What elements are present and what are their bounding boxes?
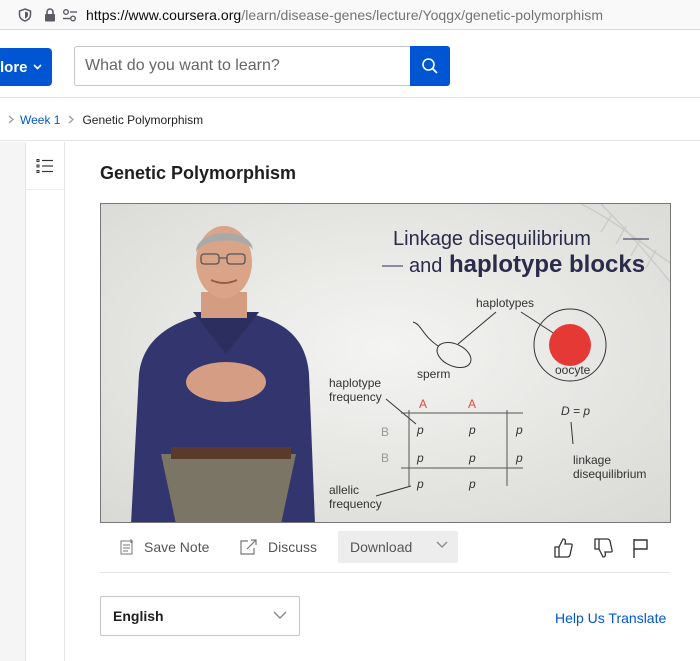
lecture-slide: Linkage disequilibrium and haplotype blo…: [101, 204, 670, 522]
note-icon: [120, 539, 133, 555]
slide-title-line1: Linkage disequilibrium: [393, 228, 591, 250]
svg-text:p: p: [515, 451, 523, 465]
slide-title-line2-a: and: [409, 255, 442, 277]
shield-icon[interactable]: [18, 7, 32, 22]
course-sidebar: [25, 142, 65, 661]
save-note-button[interactable]: Save Note: [120, 531, 209, 563]
svg-text:p: p: [468, 477, 476, 491]
language-select[interactable]: English: [100, 596, 300, 636]
lock-icon[interactable]: [44, 7, 56, 22]
breadcrumb: Week 1 Genetic Polymorphism: [0, 99, 700, 141]
save-note-label: Save Note: [144, 539, 210, 555]
browser-url-bar[interactable]: https://www.coursera.org/learn/disease-g…: [0, 0, 700, 30]
svg-text:p: p: [468, 451, 476, 465]
breadcrumb-week-link[interactable]: Week 1: [20, 113, 60, 127]
search-icon: [422, 58, 438, 74]
label-a2: A: [468, 397, 476, 411]
label-oocyte: oocyte: [555, 363, 591, 377]
label-allelic-2: frequency: [329, 497, 382, 511]
site-header: lore: [0, 31, 700, 98]
svg-text:p: p: [416, 451, 424, 465]
list-icon: [36, 158, 53, 173]
chevron-right-icon: [8, 115, 14, 124]
share-icon: [240, 539, 257, 555]
discuss-label: Discuss: [268, 539, 318, 555]
discuss-button[interactable]: Discuss: [240, 531, 317, 563]
url-path: /learn/disease-genes/lecture/Yoqgx/genet…: [241, 6, 604, 23]
label-b1: B: [381, 425, 389, 439]
label-linkage-2: disequilibrium: [573, 467, 646, 481]
svg-text:p: p: [416, 477, 424, 491]
label-sperm: sperm: [417, 367, 450, 381]
video-player[interactable]: Linkage disequilibrium and haplotype blo…: [100, 203, 671, 523]
label-b2: B: [381, 451, 389, 465]
svg-text:p: p: [515, 423, 523, 437]
download-label: Download: [350, 539, 413, 555]
label-haplotype-1: haplotype: [329, 376, 381, 390]
label-allelic-1: allelic: [329, 483, 359, 497]
search-button[interactable]: [410, 46, 450, 86]
label-haplotype-2: frequency: [329, 390, 382, 404]
slide-title-line2-b: haplotype blocks: [449, 251, 645, 278]
left-gutter: [0, 142, 25, 661]
label-haplotypes: haplotypes: [476, 296, 534, 310]
flag-icon[interactable]: [630, 537, 652, 559]
breadcrumb-current: Genetic Polymorphism: [82, 112, 204, 127]
language-selected: English: [113, 608, 164, 624]
thumbs-down-icon[interactable]: [592, 537, 614, 559]
thumbs-up-icon[interactable]: [552, 537, 574, 559]
label-formula: D = p: [561, 404, 590, 418]
chevron-down-icon: [32, 64, 42, 70]
label-linkage-1: linkage: [573, 453, 611, 467]
explore-button[interactable]: lore: [0, 48, 52, 86]
svg-text:p: p: [468, 423, 476, 437]
label-a1: A: [419, 397, 427, 411]
toc-toggle-button[interactable]: [26, 142, 64, 190]
url-host: https://www.coursera.org: [86, 6, 242, 23]
search-field[interactable]: [74, 46, 410, 86]
page-title: Genetic Polymorphism: [100, 163, 297, 183]
url-text[interactable]: https://www.coursera.org/learn/disease-g…: [86, 7, 603, 23]
lecture-toolbar: Save Note Discuss Download: [100, 531, 670, 573]
chevron-right-icon: [69, 115, 75, 124]
explore-label: lore: [0, 58, 28, 76]
svg-text:p: p: [416, 423, 424, 437]
chevron-down-icon: [436, 541, 448, 548]
permissions-icon[interactable]: [62, 8, 78, 22]
chevron-down-icon: [273, 611, 287, 619]
download-dropdown[interactable]: Download: [338, 531, 458, 563]
search-input[interactable]: [75, 47, 410, 85]
help-translate-link[interactable]: Help Us Translate: [555, 610, 666, 626]
